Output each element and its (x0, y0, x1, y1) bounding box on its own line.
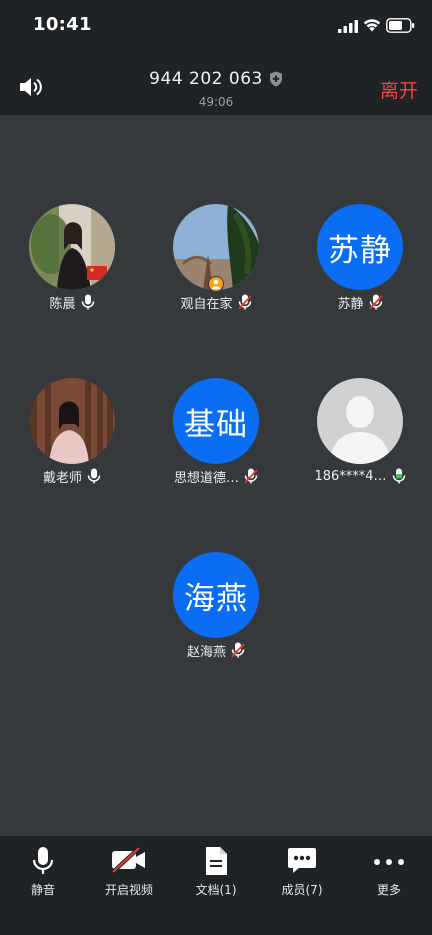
participant-tile[interactable]: 观自在家 (144, 204, 288, 324)
participant-tile[interactable]: 苏静 苏静 (288, 204, 432, 324)
more-dots-icon (374, 859, 404, 865)
participant-name: 陈晨 (49, 296, 76, 312)
chat-bubble-icon (288, 848, 316, 873)
avatar-text: 海燕 (173, 552, 259, 638)
participant-tile[interactable]: 海燕 赵海燕 (144, 552, 288, 672)
participant-tile[interactable]: 基础 思想道德… (144, 378, 288, 498)
host-badge (208, 276, 224, 292)
avatar-text: 基础 (173, 378, 259, 464)
participant-name: 观自在家 (180, 296, 233, 312)
participant-name: 戴老师 (42, 470, 82, 486)
battery-icon (386, 18, 415, 33)
mute-button[interactable]: 静音 (0, 836, 86, 935)
meeting-duration: 49:06 (198, 95, 234, 109)
meeting-header: 944 202 063 49:06 离开 (0, 52, 432, 115)
avatar (29, 378, 115, 464)
microphone-icon (32, 847, 54, 874)
participant-name: 赵海燕 (186, 644, 226, 660)
document-icon (206, 847, 227, 875)
participant-name-row: 戴老师 (0, 466, 144, 486)
default-avatar-icon (317, 378, 403, 464)
members-label: 成员(7) (281, 883, 323, 897)
avatar (29, 204, 115, 290)
mute-label: 静音 (30, 883, 55, 897)
mic-muted-icon (244, 468, 258, 484)
leave-button[interactable]: 离开 (380, 76, 418, 103)
status-bar: 10:41 (0, 0, 432, 52)
more-button[interactable]: 更多 (346, 836, 432, 935)
status-time: 10:41 (33, 14, 92, 35)
signal-icon (338, 20, 358, 33)
meeting-screen: 10:41 944 202 063 49:06 离开 陈晨 观自在家 苏静 苏静… (0, 0, 432, 935)
avatar-photo-icon (29, 378, 115, 464)
documents-button[interactable]: 文档(1) (173, 836, 259, 935)
participant-name: 思想道德… (173, 470, 239, 486)
participant-name-row: 陈晨 (0, 292, 144, 312)
members-button[interactable]: 成员(7) (259, 836, 345, 935)
participant-name: 苏静 (337, 296, 364, 312)
mic-muted-icon (368, 294, 383, 310)
meeting-id-text: 944 202 063 (149, 69, 263, 89)
mic-on-icon (87, 468, 101, 484)
participant-name-row: 苏静 (288, 292, 432, 312)
mic-muted-icon (231, 642, 245, 658)
participant-name: 186****4… (314, 468, 387, 484)
avatar-text: 苏静 (317, 204, 403, 290)
participant-tile[interactable]: 陈晨 (0, 204, 144, 324)
mic-on-icon (81, 294, 94, 310)
participant-tile[interactable]: 186****4… (288, 378, 432, 498)
video-off-icon (111, 846, 145, 874)
start-video-button[interactable]: 开启视频 (86, 836, 172, 935)
mic-speaking-icon (392, 468, 405, 484)
participant-name-row: 赵海燕 (144, 640, 288, 660)
avatar-photo-icon (29, 204, 115, 290)
participant-tile[interactable]: 戴老师 (0, 378, 144, 498)
avatar (317, 378, 403, 464)
shield-plus-icon (269, 71, 282, 87)
participant-name-row: 思想道德… (144, 466, 288, 486)
wifi-icon (363, 19, 381, 32)
user-icon (211, 279, 221, 289)
participant-name-row: 观自在家 (144, 292, 288, 312)
meeting-id[interactable]: 944 202 063 (0, 69, 432, 89)
start-video-label: 开启视频 (104, 883, 153, 897)
participant-name-row: 186****4… (288, 466, 432, 486)
documents-label: 文档(1) (195, 883, 237, 897)
mic-muted-icon (237, 294, 252, 310)
more-label: 更多 (376, 883, 401, 897)
bottom-toolbar: 静音 开启视频 文档(1) 成员(7) 更多 (0, 836, 432, 935)
